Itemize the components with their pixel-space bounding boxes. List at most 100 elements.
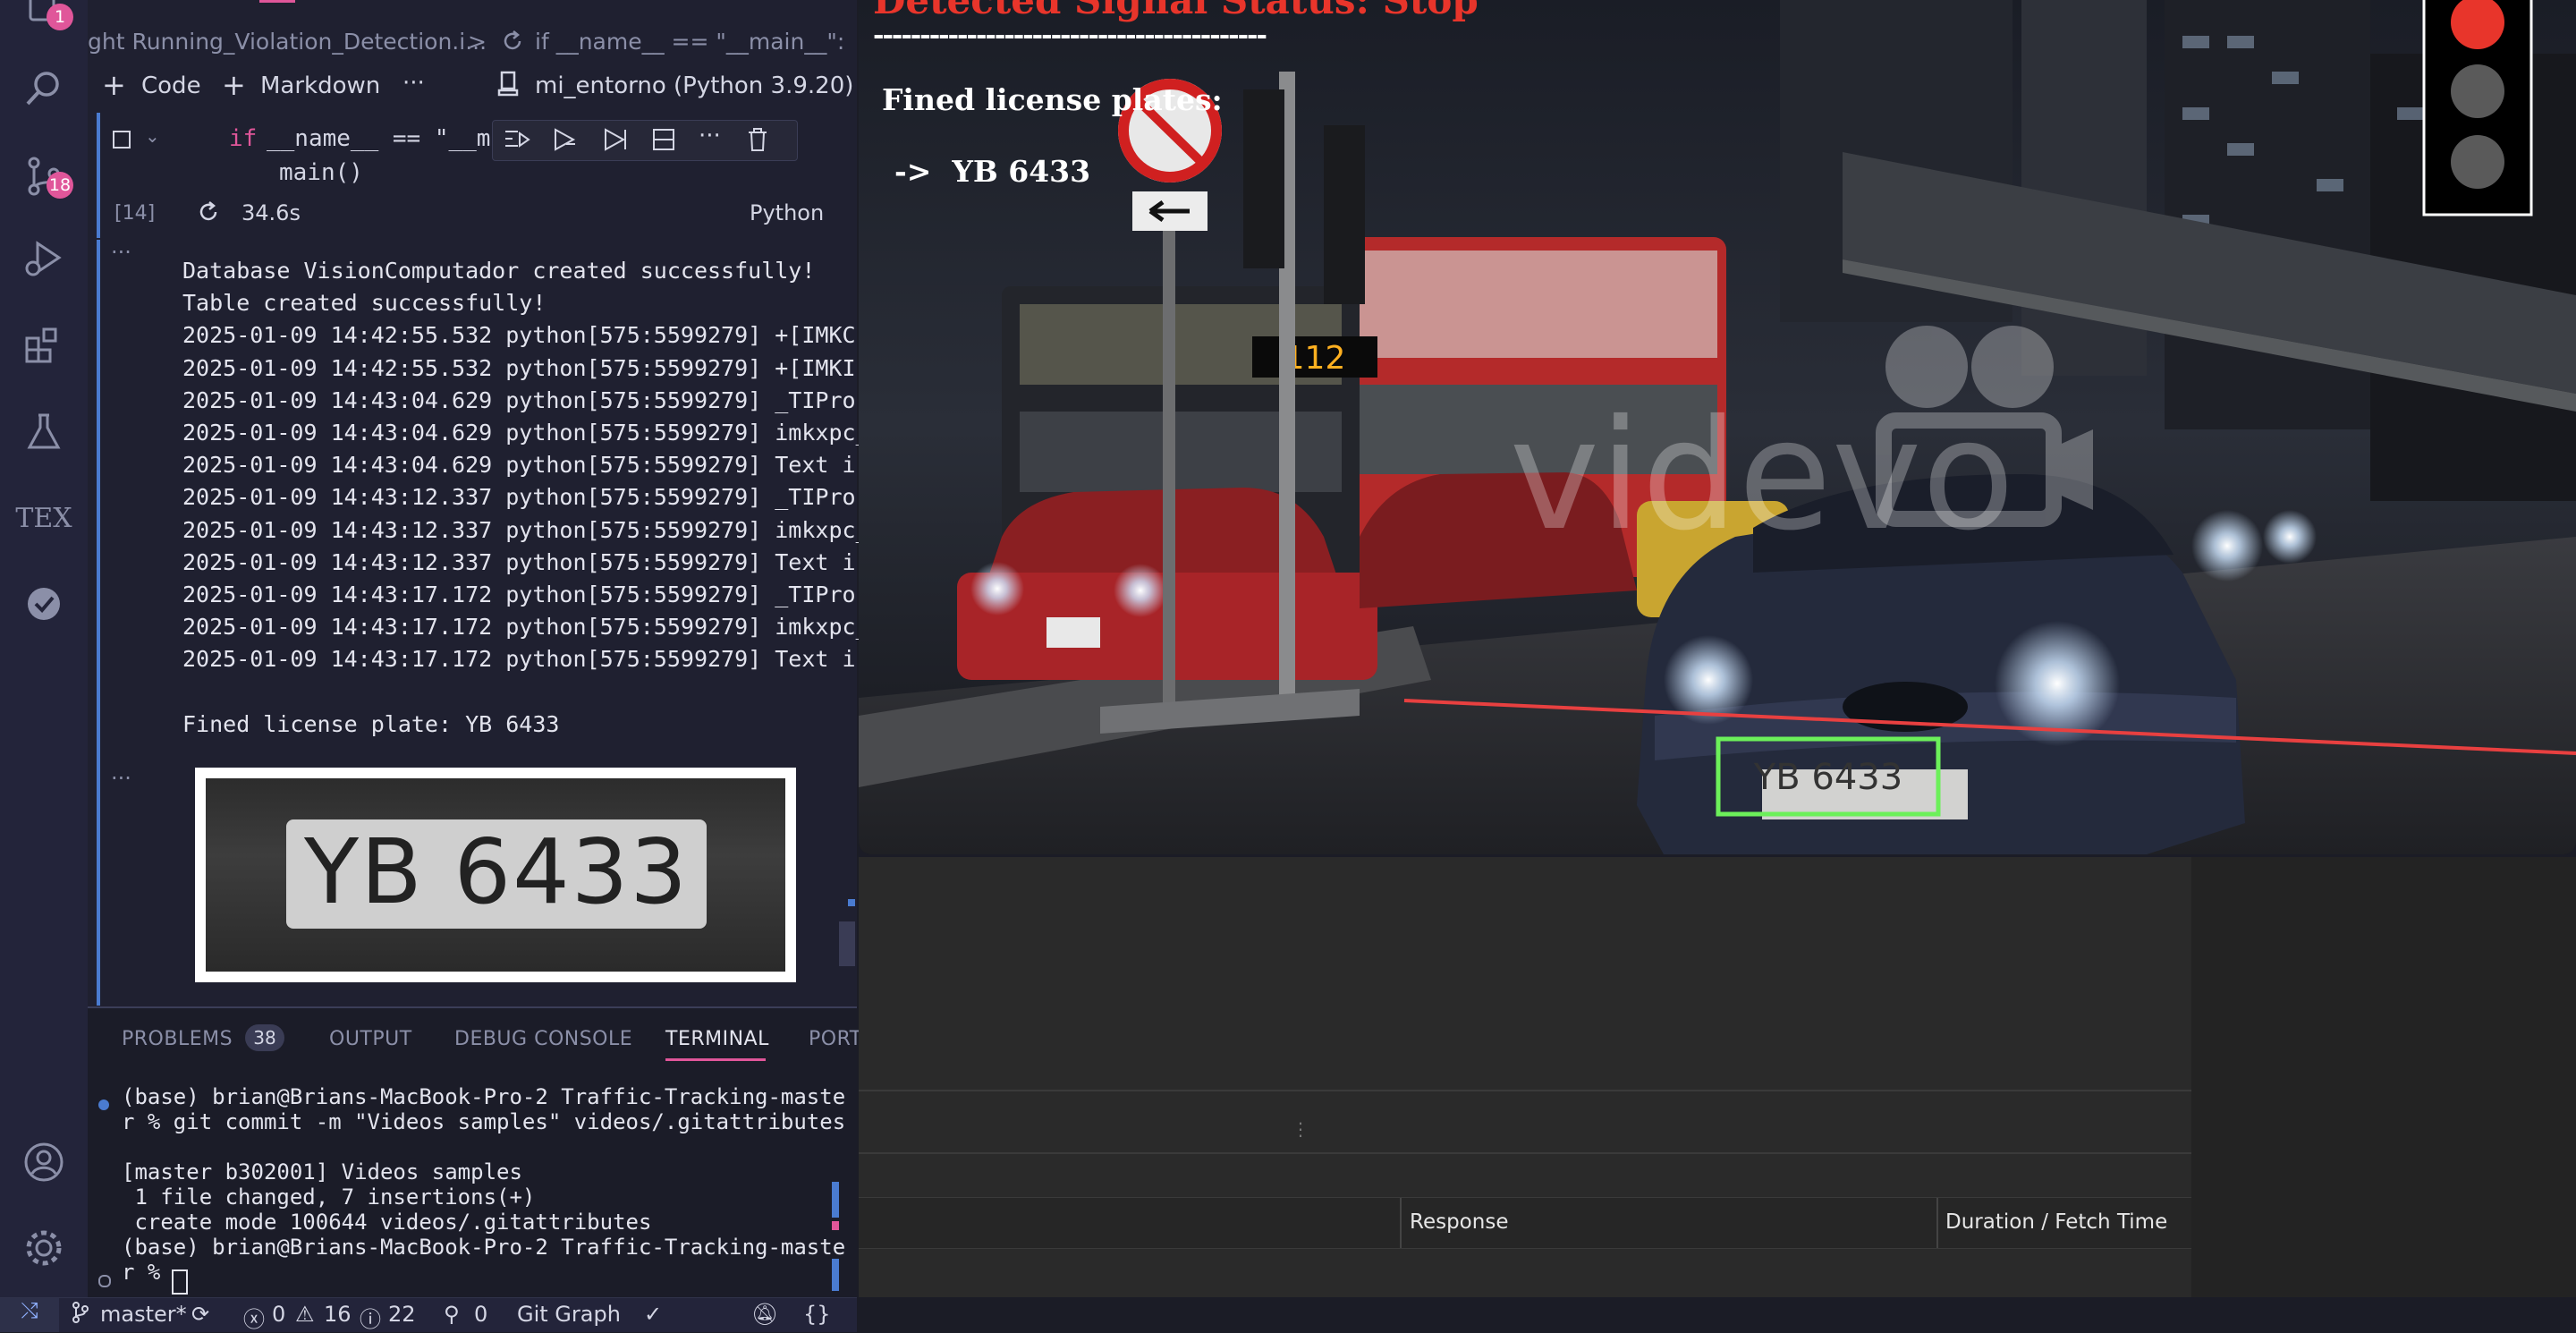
plus-icon: + bbox=[102, 68, 126, 102]
street-scene: 112 YB 6433 videvo bbox=[859, 0, 2576, 854]
remote-icon[interactable]: ⤭ bbox=[0, 1298, 59, 1332]
terminal-line: r % git commit -m "Videos samples" video… bbox=[122, 1109, 846, 1134]
column-duration[interactable]: Duration / Fetch Time bbox=[1945, 1210, 2167, 1234]
refresh-icon bbox=[197, 200, 220, 227]
breadcrumb-separator: > bbox=[468, 29, 487, 55]
breadcrumb-file[interactable]: ght Running_Violation_Detection.i... bbox=[88, 29, 487, 55]
log-line: 2025-01-09 14:43:17.172 python[575:55992… bbox=[182, 646, 856, 673]
keyword-if: if bbox=[229, 125, 258, 152]
cell-more-icon[interactable]: ··· bbox=[699, 123, 721, 149]
log-line: 2025-01-09 14:43:04.629 python[575:55992… bbox=[182, 452, 856, 479]
resize-handle-icon[interactable]: ⋮ bbox=[1292, 1118, 1309, 1140]
cell-checkbox[interactable] bbox=[113, 131, 131, 149]
tab-debug-console[interactable]: DEBUG CONSOLE bbox=[454, 1028, 632, 1050]
plus-icon: + bbox=[222, 68, 246, 102]
more-actions-button[interactable]: ··· bbox=[402, 70, 425, 97]
status-bar: ⤭ master* ⟳ ⓧ 0 ⚠ 16 ⓘ 22 ⚲ 0 Git Graph … bbox=[0, 1297, 857, 1332]
terminal-idle-dot bbox=[98, 1275, 111, 1287]
git-graph-button[interactable]: Git Graph bbox=[517, 1302, 621, 1327]
log-line: 2025-01-09 14:42:55.532 python[575:55992… bbox=[182, 354, 856, 381]
info-count[interactable]: 22 bbox=[388, 1302, 416, 1327]
fined-plate-entry: -> YB 6433 bbox=[894, 154, 1091, 189]
testing-flask-icon[interactable] bbox=[20, 408, 68, 456]
scrollbar-marker bbox=[848, 899, 855, 906]
sync-icon[interactable]: ⟳ bbox=[191, 1302, 209, 1327]
cell-toolbar: ··· bbox=[492, 120, 798, 161]
status-divider: ----------------------------------------… bbox=[873, 20, 1267, 51]
check-icon[interactable]: ✓ bbox=[644, 1302, 662, 1327]
terminal-success-dot bbox=[98, 1100, 109, 1110]
breadcrumb-symbol[interactable]: if __name__ == "__main__": bbox=[535, 29, 844, 55]
output-more-button[interactable]: ··· bbox=[111, 240, 131, 265]
source-control-icon[interactable]: 18 bbox=[20, 152, 73, 200]
terminal-line: [master b302001] Videos samples bbox=[122, 1159, 522, 1184]
log-line: 2025-01-09 14:42:55.532 python[575:55992… bbox=[182, 322, 856, 349]
scrollbar-marker bbox=[832, 1182, 839, 1218]
scrollbar-marker bbox=[832, 1259, 839, 1291]
add-markdown-button[interactable]: Markdown bbox=[260, 72, 380, 99]
tab-terminal[interactable]: TERMINAL bbox=[665, 1028, 769, 1050]
scrollbar-thumb[interactable] bbox=[839, 921, 855, 966]
extensions-icon[interactable] bbox=[20, 322, 68, 370]
braces-button[interactable]: {} bbox=[803, 1302, 831, 1327]
activity-bar: 1 18 TEX bbox=[0, 0, 89, 1297]
tex-icon[interactable]: TEX bbox=[15, 494, 72, 542]
column-response[interactable]: Response bbox=[1410, 1210, 1508, 1234]
terminal-line: r % bbox=[122, 1260, 174, 1285]
add-code-button[interactable]: Code bbox=[141, 72, 201, 99]
tab-ports[interactable]: PORT bbox=[809, 1028, 862, 1050]
search-icon[interactable] bbox=[20, 64, 68, 113]
split-cell-icon[interactable] bbox=[650, 126, 677, 157]
checkmark-circle-icon[interactable] bbox=[20, 580, 68, 628]
log-line: 2025-01-09 14:43:17.172 python[575:55992… bbox=[182, 614, 869, 641]
run-above-icon[interactable] bbox=[502, 126, 530, 157]
scm-badge: 18 bbox=[47, 172, 73, 199]
video-frame: 112 YB 6433 videvo Detected Signal Statu… bbox=[859, 0, 2576, 854]
tab-indicator bbox=[259, 0, 295, 3]
output-more-button[interactable]: ··· bbox=[111, 766, 131, 791]
delete-cell-icon[interactable] bbox=[745, 126, 770, 157]
ports-icon: ⚲ bbox=[444, 1302, 460, 1327]
run-cell-icon[interactable] bbox=[550, 126, 579, 157]
tab-output[interactable]: OUTPUT bbox=[329, 1028, 412, 1050]
explorer-icon[interactable]: 1 bbox=[20, 0, 73, 32]
chevron-down-icon[interactable]: ⌄ bbox=[145, 125, 160, 147]
log-line: Table created successfully! bbox=[182, 290, 547, 317]
ports-count[interactable]: 0 bbox=[474, 1302, 487, 1327]
account-icon[interactable] bbox=[20, 1138, 68, 1186]
info-icon: ⓘ bbox=[360, 1307, 381, 1332]
run-below-icon[interactable] bbox=[600, 126, 629, 157]
active-tab-indicator bbox=[665, 1058, 766, 1061]
log-line: Database VisionComputador created succes… bbox=[182, 258, 816, 284]
tab-problems[interactable]: PROBLEMS bbox=[122, 1028, 233, 1050]
problems-count-badge: 38 bbox=[245, 1024, 284, 1051]
devtools-side-pane bbox=[2191, 857, 2576, 1297]
code-cell[interactable]: ⌄ if __name__ == "__ma main() ··· [14] 3… bbox=[97, 113, 852, 238]
log-line: 2025-01-09 14:43:12.337 python[575:55992… bbox=[182, 516, 869, 543]
kernel-picker[interactable]: mi_entorno (Python 3.9.20) bbox=[535, 72, 853, 99]
branch-name[interactable]: master* bbox=[100, 1302, 187, 1327]
error-icon: ⓧ bbox=[243, 1307, 265, 1332]
run-debug-icon[interactable] bbox=[20, 234, 68, 283]
settings-gear-icon[interactable] bbox=[20, 1224, 68, 1272]
scrollbar-marker bbox=[832, 1221, 839, 1230]
terminal-line: (base) brian@Brians-MacBook-Pro-2 Traffi… bbox=[122, 1084, 846, 1109]
log-line: 2025-01-09 14:43:12.337 python[575:55992… bbox=[182, 484, 856, 511]
yellow-light bbox=[2451, 64, 2504, 118]
notebook-toolbar: + Code + Markdown ··· mi_entorno (Python… bbox=[88, 68, 857, 106]
notifications-off-icon[interactable]: 🔕︎ bbox=[751, 1302, 778, 1327]
cell-language[interactable]: Python bbox=[750, 200, 824, 225]
code-line-2: main() bbox=[279, 159, 363, 186]
warning-count[interactable]: 16 bbox=[324, 1302, 352, 1327]
network-table-header: Response Duration / Fetch Time bbox=[859, 1197, 2191, 1249]
warning-icon: ⚠ bbox=[295, 1302, 315, 1327]
detected-plate-label: YB 6433 bbox=[1753, 757, 1902, 798]
terminal-line: (base) brian@Brians-MacBook-Pro-2 Traffi… bbox=[122, 1235, 846, 1260]
error-count[interactable]: 0 bbox=[272, 1302, 285, 1327]
refresh-icon bbox=[501, 29, 524, 55]
explorer-badge: 1 bbox=[47, 4, 73, 30]
plate-crop-text: YB 6433 bbox=[304, 819, 689, 924]
kernel-icon bbox=[497, 70, 519, 103]
terminal-cursor bbox=[172, 1269, 188, 1295]
execution-count: [14] bbox=[114, 202, 156, 225]
